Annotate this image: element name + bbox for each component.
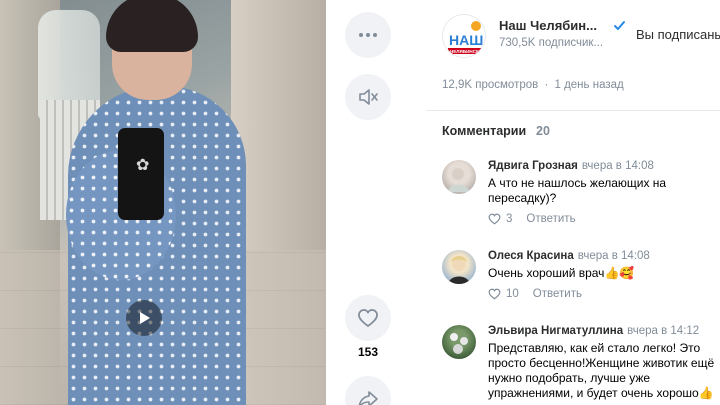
avatar[interactable] xyxy=(442,250,476,284)
like-button[interactable] xyxy=(345,295,391,341)
play-button[interactable] xyxy=(126,300,162,336)
group-header: НАШ ЧЕЛЯБИНСК Наш Челябин... 730,5K подп… xyxy=(442,14,720,62)
mute-button[interactable] xyxy=(345,74,391,120)
comment-time[interactable]: вчера в 14:08 xyxy=(578,250,650,262)
heart-icon xyxy=(358,309,378,328)
divider xyxy=(426,110,720,111)
comment-author[interactable]: Эльвира Нигматуллина xyxy=(488,325,623,337)
group-name[interactable]: Наш Челябин... xyxy=(499,18,597,33)
views-count: 12,9K просмотров xyxy=(442,79,539,91)
group-logo-icon: НАШ ЧЕЛЯБИНСК xyxy=(443,15,485,57)
verified-check-icon xyxy=(614,21,625,30)
video-person-hair xyxy=(106,0,198,52)
volume-muted-icon xyxy=(359,89,378,105)
comment-text: Представляю, как ей стало легко! Это про… xyxy=(488,341,715,400)
comments-title: Комментарии xyxy=(442,124,527,138)
post-time: 1 день назад xyxy=(554,79,624,91)
logo-text-bottom: ЧЕЛЯБИНСК xyxy=(450,49,479,54)
avatar[interactable] xyxy=(442,160,476,194)
avatar[interactable] xyxy=(442,325,476,359)
comment-item: Олеся Красина вчера в 14:08 Очень хороший… xyxy=(442,250,720,308)
comment-like-count: 3 xyxy=(506,213,513,225)
comment-like-button[interactable]: 3 xyxy=(488,213,512,225)
group-avatar[interactable]: НАШ ЧЕЛЯБИНСК xyxy=(442,14,486,58)
reply-button[interactable]: Ответить xyxy=(533,288,582,300)
post-side-panel: НАШ ЧЕЛЯБИНСК Наш Челябин... 730,5K подп… xyxy=(426,0,720,405)
comment-item: Ядвига Грозная вчера в 14:08 А что не наш… xyxy=(442,160,720,232)
share-icon xyxy=(358,391,378,405)
comments-count: 20 xyxy=(536,124,550,138)
heart-icon xyxy=(488,213,501,225)
logo-text-top: НАШ xyxy=(449,32,483,48)
comment-author[interactable]: Ядвига Грозная xyxy=(488,160,578,172)
share-button[interactable] xyxy=(345,376,391,405)
comment-item: Эльвира Нигматуллина вчера в 14:12 Предст… xyxy=(442,325,720,405)
comment-time[interactable]: вчера в 14:08 xyxy=(582,160,654,172)
heart-icon xyxy=(488,288,501,300)
comment-author[interactable]: Олеся Красина xyxy=(488,250,574,262)
stats-separator: · xyxy=(544,79,549,91)
comment-like-button[interactable]: 10 xyxy=(488,288,519,300)
reply-button[interactable]: Ответить xyxy=(526,213,575,225)
comment-text: Очень хороший врач👍🥰 xyxy=(488,266,635,280)
more-button[interactable] xyxy=(345,12,391,58)
comment-text: А что не нашлось желающих на пересадку)? xyxy=(488,176,667,205)
video-actions-column: 153 xyxy=(326,0,410,405)
video-player[interactable]: ✿ xyxy=(0,0,326,405)
like-count: 153 xyxy=(357,345,379,359)
comment-time[interactable]: вчера в 14:12 xyxy=(627,325,699,337)
comment-like-count: 10 xyxy=(506,288,519,300)
group-subscribers: 730,5K подписчик... xyxy=(499,37,604,49)
video-phone-flower: ✿ xyxy=(136,157,150,174)
subscribed-button[interactable]: Вы подписаны xyxy=(636,27,720,42)
post-stats: 12,9K просмотров · 1 день назад xyxy=(442,79,624,91)
more-dots-icon xyxy=(359,33,377,37)
play-icon xyxy=(140,312,150,324)
